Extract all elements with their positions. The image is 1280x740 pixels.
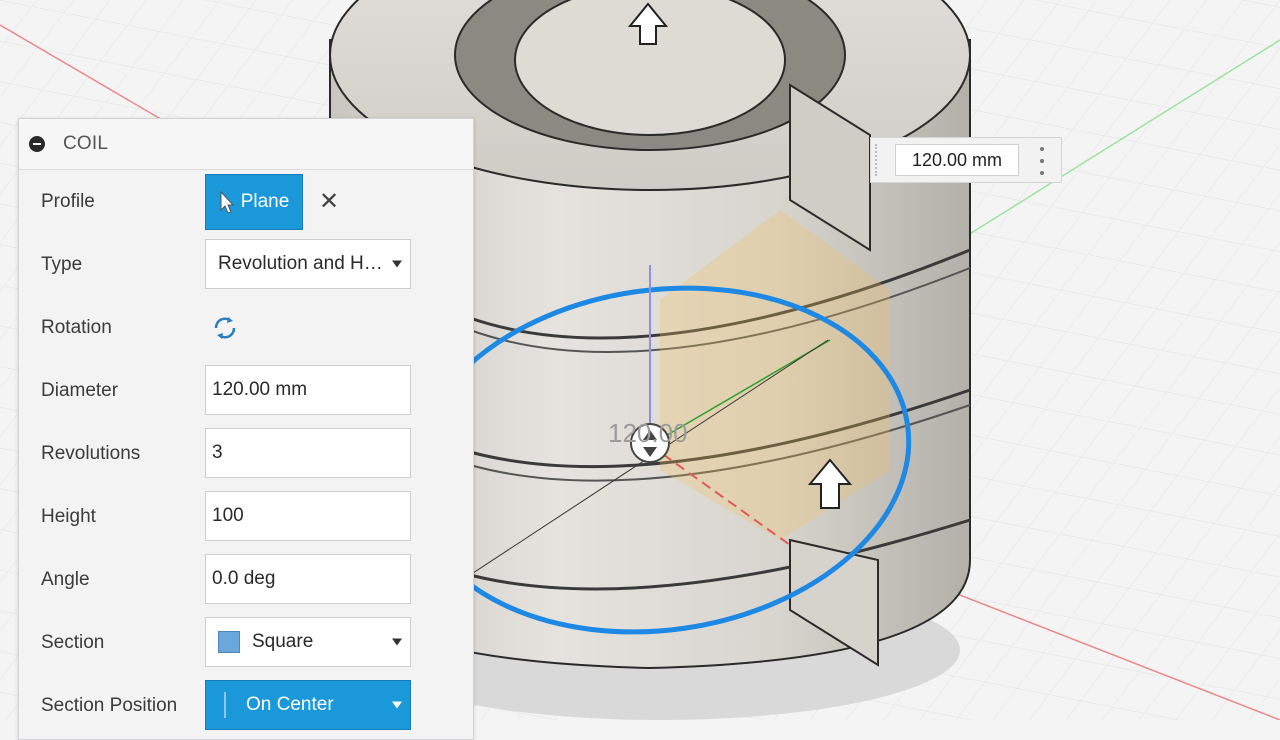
angle-label: Angle [41,569,90,590]
dialog-header: COIL [19,119,473,170]
profile-button-label: Plane [240,191,290,212]
on-center-icon [220,692,230,718]
dimension-overlay-label: 120.00 [608,418,688,448]
rotate-icon[interactable] [209,312,241,344]
row-section: Section Square [19,614,473,672]
coil-dialog: COIL Profile Plane ✕ Type Revolution and… [18,118,474,740]
section-label: Section [41,632,105,653]
row-diameter: Diameter 120.00 mm [19,362,473,420]
chevron-down-icon [392,701,402,709]
row-section-position: Section Position On Center [19,677,473,735]
angle-input[interactable]: 0.0 deg [205,554,411,604]
row-height: Height 100 [19,488,473,546]
type-label: Type [41,254,83,275]
type-value: Revolution and He... [218,253,388,274]
rotation-label: Rotation [41,317,112,338]
profile-select-button[interactable]: Plane [205,174,303,230]
diameter-dimension-input[interactable]: 120.00 mm [895,144,1019,176]
chevron-down-icon [392,260,402,268]
section-value: Square [252,631,314,652]
row-angle: Angle 0.0 deg [19,551,473,609]
row-rotation: Rotation [19,299,473,357]
drag-handle-icon[interactable] [875,144,885,176]
row-profile: Profile Plane ✕ [19,173,473,231]
revolutions-input[interactable]: 3 [205,428,411,478]
height-input[interactable]: 100 [205,491,411,541]
profile-label: Profile [41,191,95,212]
square-section-icon [218,631,240,653]
chevron-down-icon [392,638,402,646]
collapse-icon[interactable] [29,136,45,152]
more-options-icon[interactable] [1039,147,1045,175]
row-type: Type Revolution and He... [19,236,473,294]
type-dropdown[interactable]: Revolution and He... [205,239,411,289]
diameter-dimension-box: 120.00 mm [870,137,1062,183]
dialog-title: COIL [63,133,109,154]
diameter-input[interactable]: 120.00 mm [205,365,411,415]
diameter-label: Diameter [41,380,119,401]
section-position-value: On Center [246,694,334,715]
section-position-dropdown[interactable]: On Center [205,680,411,730]
cursor-arrow-icon [220,190,234,214]
clear-selection-icon[interactable]: ✕ [319,190,339,214]
height-label: Height [41,506,96,527]
section-position-label: Section Position [41,695,178,716]
revolutions-label: Revolutions [41,443,141,464]
row-revolutions: Revolutions 3 [19,425,473,483]
section-dropdown[interactable]: Square [205,617,411,667]
